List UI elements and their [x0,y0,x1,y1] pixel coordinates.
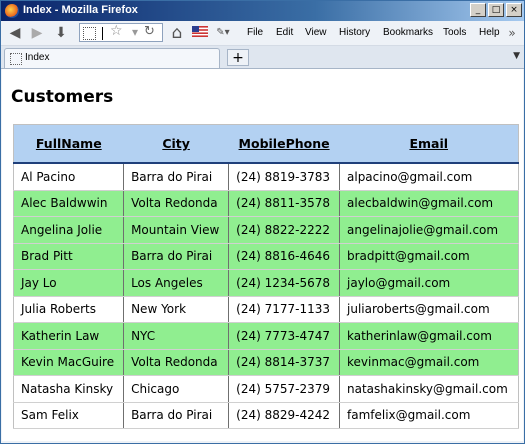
table-cell-email: juliaroberts@gmail.com [339,296,519,323]
page-title: Customers [11,87,114,107]
back-icon[interactable]: ◀ [7,24,23,42]
table-cell-fullname: Angelina Jolie [12,216,124,244]
table-cell-fullname: Jay Lo [12,269,124,297]
table-row: Kevin MacGuire Volta Redonda (24) 8814-373… [12,349,519,376]
download-icon[interactable]: ⬇ [53,24,69,42]
firefox-logo-icon [5,4,19,18]
table-cell-mobilephone: (24) 7177-1133 [228,296,340,323]
table-cell-mobilephone: (24) 7773-4747 [228,322,340,350]
menu-help[interactable]: Help [479,27,500,38]
table-cell-fullname: Kevin MacGuire [12,349,124,376]
table-cell-email: bradpitt@gmail.com [339,243,519,270]
column-header-city[interactable]: City [123,124,229,164]
addon-icon[interactable]: ✎▾ [213,24,233,42]
forward-icon[interactable]: ▶ [29,24,45,42]
menu-edit[interactable]: Edit [276,27,293,38]
table-row: Katherin Law NYC (24) 7773-4747 katherinlaw… [12,322,519,350]
tab-index[interactable]: Index [4,48,220,68]
table-cell-mobilephone: (24) 8829-4242 [228,402,340,429]
page-favicon-icon [10,53,22,65]
site-identity-icon[interactable] [83,27,96,40]
table-row: Sam Felix Barra do Pirai (24) 8829-4242 fam… [12,402,519,429]
column-header-mobilephone[interactable]: MobilePhone [228,124,340,164]
dropdown-arrow-icon[interactable]: ▾ [132,25,138,39]
home-icon[interactable]: ⌂ [169,24,185,42]
table-row: Natasha Kinsky Chicago (24) 5757-2379 natas… [12,375,519,403]
table-cell-mobilephone: (24) 8814-3737 [228,349,340,376]
table-row: Angelina Jolie Mountain View (24) 8822-222… [12,216,519,244]
column-header-fullname[interactable]: FullName [13,124,124,164]
flag-icon[interactable] [191,24,209,42]
table-cell-mobilephone: (24) 8819-3783 [228,163,340,191]
table-header-row: FullName City MobilePhone Email [13,124,519,164]
table-cell-email: alecbaldwin@gmail.com [339,190,519,217]
table-cell-email: alpacino@gmail.com [339,163,519,191]
menu-tools[interactable]: Tools [443,27,466,38]
table-cell-city: Los Angeles [123,269,229,297]
table-cell-fullname: Julia Roberts [12,296,124,323]
table-cell-email: katherinlaw@gmail.com [339,322,519,350]
text-caret [102,27,103,40]
menu-view[interactable]: View [305,27,327,38]
table-cell-city: New York [123,296,229,323]
table-cell-fullname: Alec Baldwwin [12,190,124,217]
url-bar[interactable]: ☆ ▾ ↻ [79,23,163,42]
table-cell-mobilephone: (24) 5757-2379 [228,375,340,403]
toolbar-overflow-icon[interactable]: » [505,24,519,42]
table-cell-email: natashakinsky@gmail.com [339,375,519,403]
table-cell-email: angelinajolie@gmail.com [339,216,519,244]
table-row: Alec Baldwwin Volta Redonda (24) 8811-3578… [12,190,519,217]
minimize-button[interactable]: _ [470,3,486,17]
table-cell-mobilephone: (24) 8811-3578 [228,190,340,217]
menu-file[interactable]: File [247,27,263,38]
table-cell-fullname: Katherin Law [12,322,124,350]
table-cell-fullname: Al Pacino [12,163,124,191]
table-cell-fullname: Natasha Kinsky [12,375,124,403]
table-cell-city: Barra do Pirai [123,243,229,270]
menu-history[interactable]: History [339,27,370,38]
tab-bar: Index + ▼ [1,46,524,69]
page-content: Customers FullName City MobilePhone Email A… [2,69,523,441]
customers-table: FullName City MobilePhone Email Al Pacino Ba… [12,124,519,429]
browser-window: Index - Mozilla Firefox _ □ × ◀ ▶ ⬇ ☆ ▾ … [0,0,525,444]
tab-label: Index [25,52,50,63]
reload-icon[interactable]: ↻ [144,24,155,39]
list-all-tabs-icon[interactable]: ▼ [513,51,520,61]
column-header-email[interactable]: Email [339,124,519,164]
title-bar: Index - Mozilla Firefox _ □ × [1,1,524,21]
table-cell-city: Volta Redonda [123,190,229,217]
table-row: Julia Roberts New York (24) 7177-1133 julia… [12,296,519,323]
table-cell-fullname: Sam Felix [12,402,124,429]
table-cell-city: Chicago [123,375,229,403]
table-cell-city: Barra do Pirai [123,163,229,191]
table-cell-fullname: Brad Pitt [12,243,124,270]
window-title: Index - Mozilla Firefox [23,4,138,16]
bookmark-star-icon[interactable]: ☆ [110,23,123,39]
table-cell-email: jaylo@gmail.com [339,269,519,297]
table-cell-city: NYC [123,322,229,350]
table-row: Al Pacino Barra do Pirai (24) 8819-3783 alp… [12,163,519,191]
table-cell-email: famfelix@gmail.com [339,402,519,429]
nav-toolbar: ◀ ▶ ⬇ ☆ ▾ ↻ ⌂ ✎▾ File Edit View History … [1,21,524,46]
table-row: Jay Lo Los Angeles (24) 1234-5678 jaylo@gma… [12,269,519,297]
table-cell-city: Mountain View [123,216,229,244]
new-tab-button[interactable]: + [227,49,249,66]
table-cell-city: Barra do Pirai [123,402,229,429]
maximize-button[interactable]: □ [488,3,504,17]
table-cell-mobilephone: (24) 8816-4646 [228,243,340,270]
close-button[interactable]: × [506,3,522,17]
table-cell-mobilephone: (24) 1234-5678 [228,269,340,297]
table-cell-mobilephone: (24) 8822-2222 [228,216,340,244]
menu-bookmarks[interactable]: Bookmarks [383,27,433,38]
table-cell-city: Volta Redonda [123,349,229,376]
table-cell-email: kevinmac@gmail.com [339,349,519,376]
table-row: Brad Pitt Barra do Pirai (24) 8816-4646 bra… [12,243,519,270]
